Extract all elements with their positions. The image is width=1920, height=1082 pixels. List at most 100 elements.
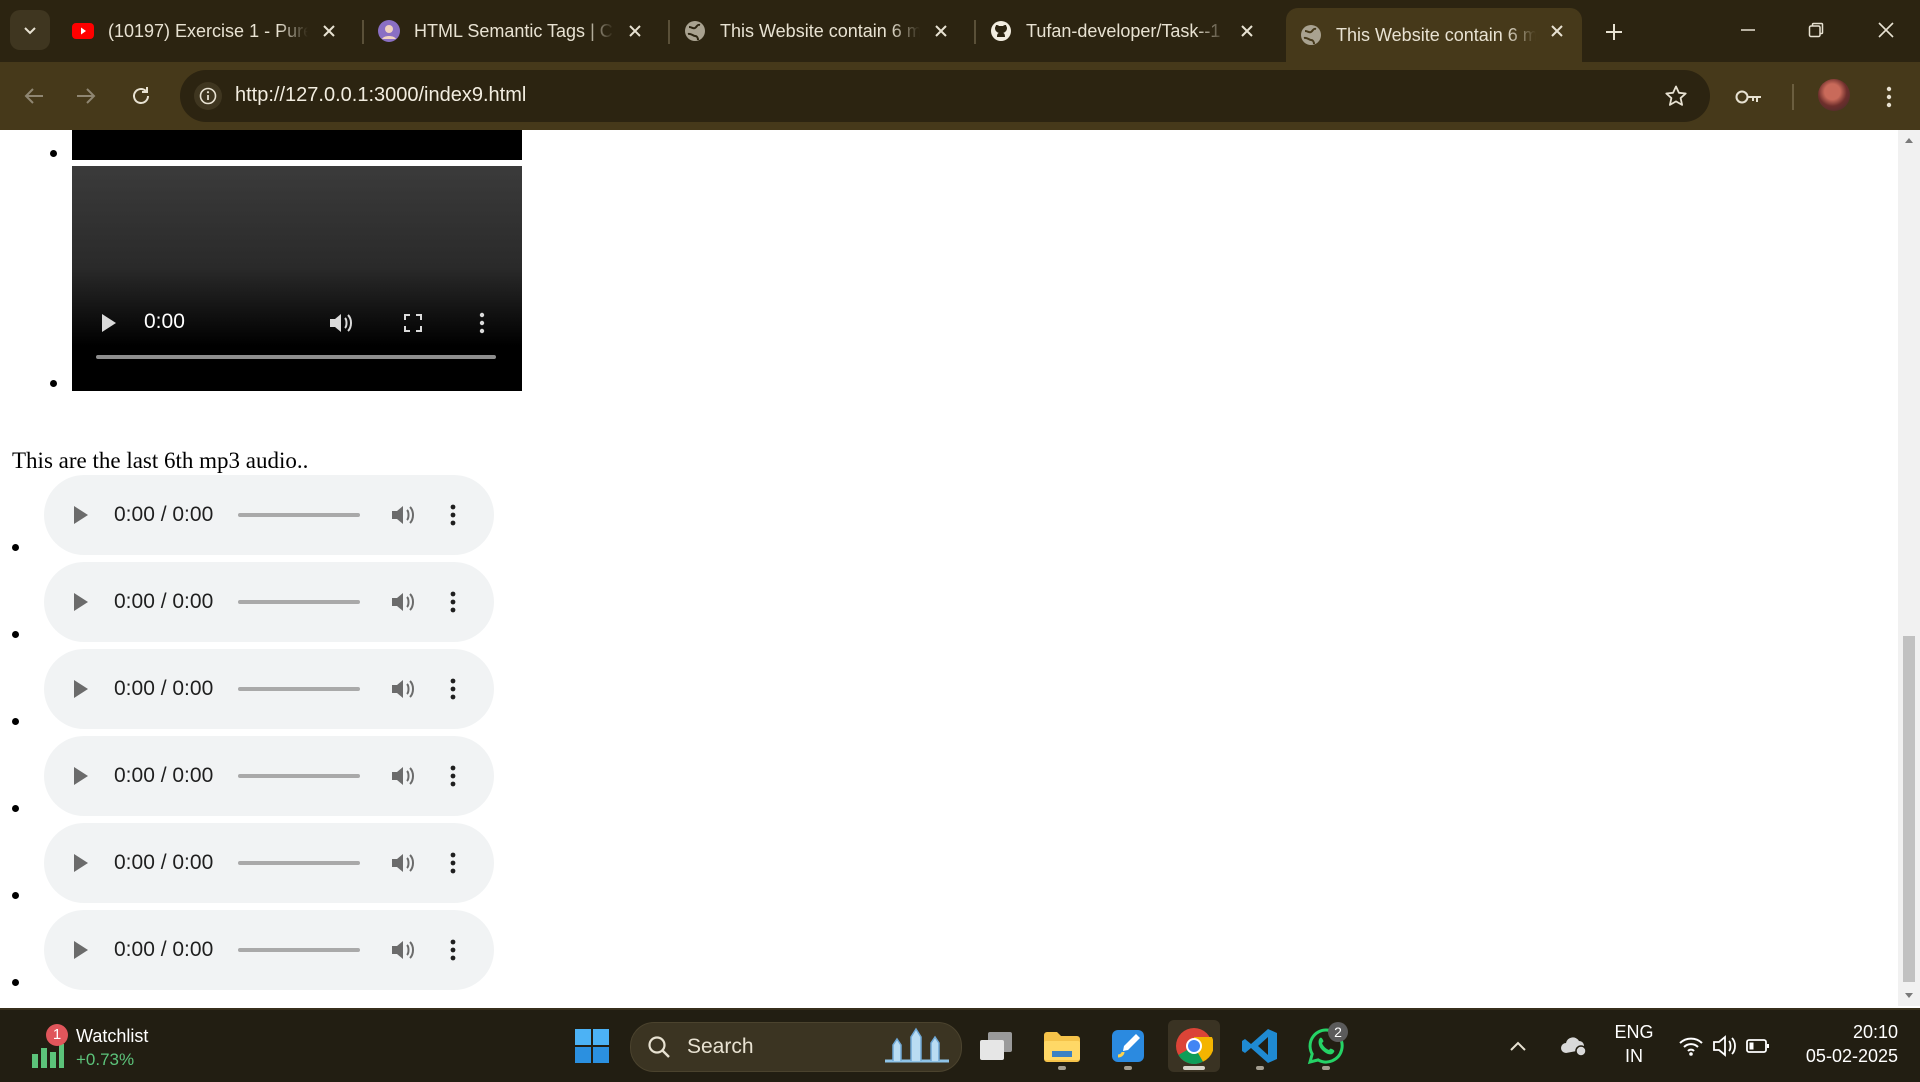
vscode-button[interactable] xyxy=(1234,1020,1286,1072)
volume-icon[interactable] xyxy=(390,937,416,963)
close-window-button[interactable] xyxy=(1866,12,1906,48)
close-icon[interactable] xyxy=(624,20,646,42)
address-bar[interactable]: http://127.0.0.1:3000/index9.html xyxy=(180,70,1710,122)
audio-progress-bar[interactable] xyxy=(238,513,360,517)
start-button[interactable] xyxy=(566,1020,618,1072)
list-bullet xyxy=(12,892,19,899)
audio-player[interactable]: 0:00 / 0:00 xyxy=(44,823,494,903)
audio-progress-bar[interactable] xyxy=(238,600,360,604)
audio-progress-bar[interactable] xyxy=(238,861,360,865)
new-tab-button[interactable] xyxy=(1596,14,1632,50)
tab-youtube[interactable]: (10197) Exercise 1 - Pure xyxy=(58,10,354,52)
back-button[interactable] xyxy=(16,78,52,114)
chrome-button[interactable] xyxy=(1168,1020,1220,1072)
task-view-button[interactable] xyxy=(970,1020,1022,1072)
language-line1: ENG xyxy=(1614,1022,1654,1042)
video-progress-bar[interactable] xyxy=(96,355,496,359)
tab-title: This Website contain 6 m xyxy=(1336,24,1536,45)
url-text[interactable]: http://127.0.0.1:3000/index9.html xyxy=(235,84,526,107)
watchlist-widget[interactable]: 1 Watchlist +0.73% xyxy=(24,1024,174,1070)
volume-icon[interactable] xyxy=(390,850,416,876)
site-info-icon[interactable] xyxy=(194,82,222,110)
globe-icon xyxy=(1300,24,1322,46)
running-indicator xyxy=(1256,1066,1264,1070)
audio-progress-bar[interactable] xyxy=(238,948,360,952)
paint-brush-icon xyxy=(1112,1030,1144,1062)
close-icon[interactable] xyxy=(1546,20,1568,42)
profile-avatar[interactable] xyxy=(1818,79,1850,111)
audio-player[interactable]: 0:00 / 0:00 xyxy=(44,736,494,816)
scroll-up-arrow-icon[interactable] xyxy=(1903,134,1915,146)
avatar-icon xyxy=(378,20,400,42)
speaker-icon xyxy=(1713,1035,1736,1057)
video-player-bottom-edge[interactable] xyxy=(72,130,522,160)
forward-button[interactable] xyxy=(68,78,104,114)
audio-player[interactable]: 0:00 / 0:00 xyxy=(44,649,494,729)
widget-title: Watchlist xyxy=(76,1026,149,1046)
minimize-button[interactable] xyxy=(1728,12,1768,48)
globe-icon xyxy=(684,20,706,42)
quick-settings-button[interactable] xyxy=(1672,1020,1776,1072)
audio-player[interactable]: 0:00 / 0:00 xyxy=(44,475,494,555)
show-hidden-icons-button[interactable] xyxy=(1500,1020,1536,1072)
wifi-icon xyxy=(1679,1037,1703,1056)
audio-time: 0:00 / 0:00 xyxy=(114,938,214,961)
play-icon[interactable] xyxy=(70,939,92,961)
bookmark-star-icon[interactable] xyxy=(1662,82,1690,110)
video-player[interactable]: 0:00 xyxy=(72,166,522,391)
play-icon[interactable] xyxy=(70,765,92,787)
audio-time: 0:00 / 0:00 xyxy=(114,851,214,874)
volume-icon[interactable] xyxy=(328,310,354,336)
audio-progress-bar[interactable] xyxy=(238,687,360,691)
volume-icon[interactable] xyxy=(390,763,416,789)
running-indicator xyxy=(1058,1066,1066,1070)
language-indicator[interactable]: ENG IN xyxy=(1604,1020,1664,1072)
close-icon[interactable] xyxy=(1236,20,1258,42)
menu-button[interactable] xyxy=(1872,80,1906,114)
whatsapp-button[interactable]: 2 xyxy=(1300,1020,1352,1072)
volume-icon[interactable] xyxy=(390,502,416,528)
onedrive-button[interactable] xyxy=(1554,1020,1594,1072)
notification-badge: 1 xyxy=(46,1024,68,1046)
close-icon[interactable] xyxy=(318,20,340,42)
more-vert-icon[interactable] xyxy=(446,763,460,789)
more-vert-icon[interactable] xyxy=(446,850,460,876)
tab-github[interactable]: Tufan-developer/Task--1 xyxy=(976,10,1272,52)
volume-icon[interactable] xyxy=(390,589,416,615)
play-icon[interactable] xyxy=(70,852,92,874)
tab-website-active[interactable]: This Website contain 6 m xyxy=(1286,8,1582,62)
play-icon[interactable] xyxy=(98,312,120,334)
tab-title: HTML Semantic Tags | Co xyxy=(414,20,614,41)
audio-player[interactable]: 0:00 / 0:00 xyxy=(44,562,494,642)
notification-badge: 2 xyxy=(1328,1022,1348,1042)
play-icon[interactable] xyxy=(70,678,92,700)
more-vert-icon[interactable] xyxy=(446,937,460,963)
windows-logo-icon xyxy=(575,1029,609,1063)
audio-player[interactable]: 0:00 / 0:00 xyxy=(44,910,494,990)
play-icon[interactable] xyxy=(70,591,92,613)
audio-progress-bar[interactable] xyxy=(238,774,360,778)
fullscreen-icon[interactable] xyxy=(400,310,426,336)
clock[interactable]: 20:10 05-02-2025 xyxy=(1786,1020,1906,1072)
page-scrollbar[interactable] xyxy=(1898,130,1920,1006)
more-vert-icon[interactable] xyxy=(446,676,460,702)
paint-app-button[interactable] xyxy=(1102,1020,1154,1072)
tab-website-1[interactable]: This Website contain 6 m xyxy=(670,10,966,52)
reload-button[interactable] xyxy=(123,78,159,114)
more-vert-icon[interactable] xyxy=(446,502,460,528)
more-vert-icon[interactable] xyxy=(446,589,460,615)
chevron-down-icon xyxy=(24,27,36,35)
restore-button[interactable] xyxy=(1796,12,1836,48)
file-explorer-button[interactable] xyxy=(1036,1020,1088,1072)
scroll-down-arrow-icon[interactable] xyxy=(1903,990,1915,1002)
tab-search-button[interactable] xyxy=(10,10,50,50)
scrollbar-thumb[interactable] xyxy=(1903,636,1915,982)
more-vert-icon[interactable] xyxy=(472,310,492,336)
play-icon[interactable] xyxy=(70,504,92,526)
audio-time: 0:00 / 0:00 xyxy=(114,677,214,700)
password-manager-button[interactable] xyxy=(1732,80,1766,114)
tab-html-semantic[interactable]: HTML Semantic Tags | Co xyxy=(364,10,660,52)
taskbar-search[interactable]: Search xyxy=(630,1022,962,1072)
close-icon[interactable] xyxy=(930,20,952,42)
volume-icon[interactable] xyxy=(390,676,416,702)
